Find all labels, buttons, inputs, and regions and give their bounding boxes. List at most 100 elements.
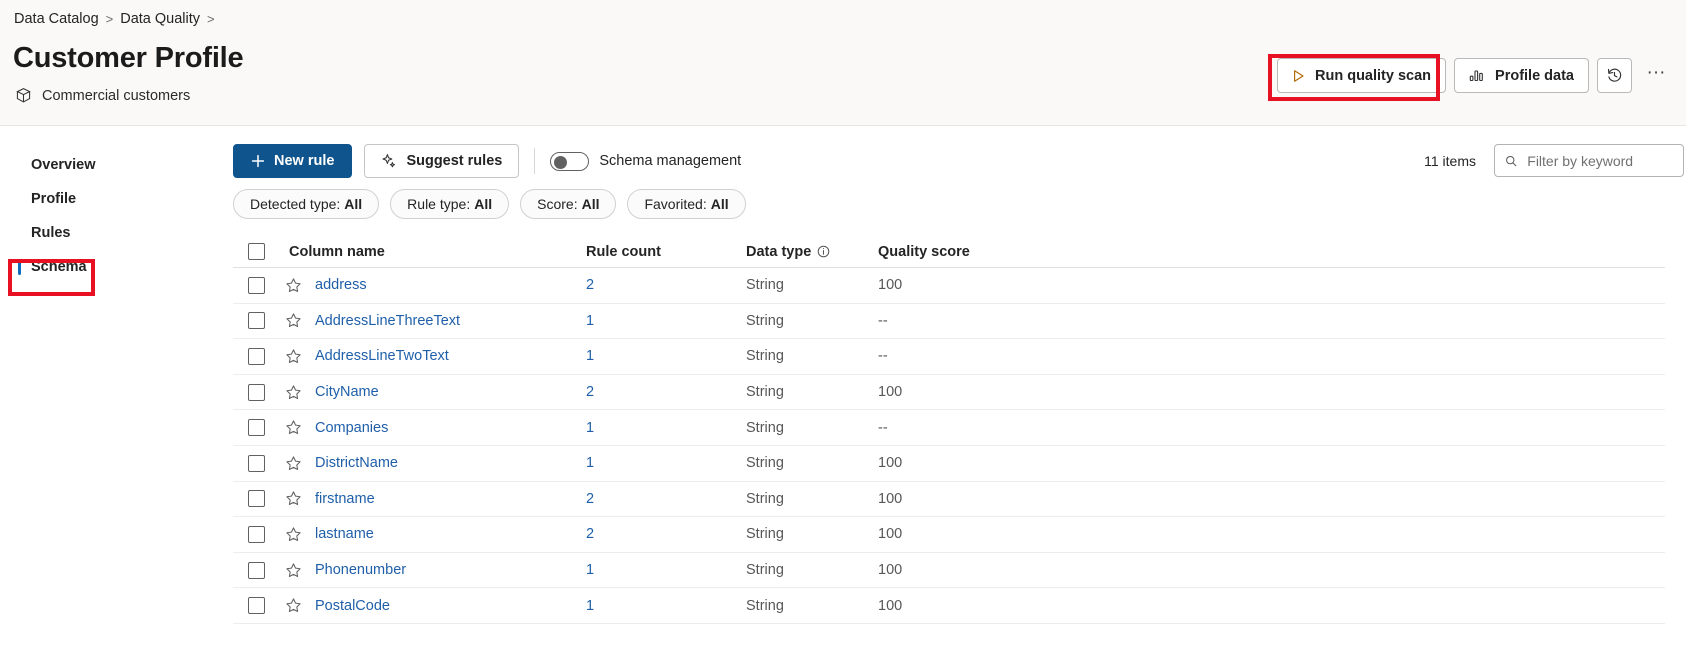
row-checkbox[interactable] (248, 561, 265, 579)
table-header-data-type-label: Data type (746, 243, 812, 260)
breadcrumb-item-data-quality[interactable]: Data Quality (120, 11, 200, 27)
row-checkbox[interactable] (248, 347, 265, 365)
table-row[interactable]: DistrictName 1 String 100 (233, 446, 1665, 482)
row-checkbox[interactable] (248, 312, 265, 330)
favorite-star-icon[interactable] (285, 348, 302, 365)
asset-subtitle: Commercial customers (15, 87, 190, 104)
table-header-select-all (233, 243, 285, 260)
sidebar-item-label: Overview (31, 157, 96, 173)
more-actions-button[interactable]: ··· (1640, 60, 1672, 92)
table-header-rule-count[interactable]: Rule count (586, 244, 746, 260)
rule-count-link[interactable]: 1 (586, 348, 594, 364)
rule-count-link[interactable]: 2 (586, 277, 594, 293)
row-checkbox[interactable] (248, 276, 265, 294)
rule-count-link[interactable]: 2 (586, 491, 594, 507)
main-content: New rule Suggest rules Schema management… (233, 127, 1686, 668)
suggest-rules-button[interactable]: Suggest rules (364, 144, 520, 178)
plus-icon (251, 154, 265, 168)
favorite-star-icon[interactable] (285, 597, 302, 614)
column-name-link[interactable]: lastname (315, 526, 374, 542)
row-checkbox[interactable] (248, 383, 265, 401)
column-name-link[interactable]: Companies (315, 420, 388, 436)
breadcrumb-item-data-catalog[interactable]: Data Catalog (14, 11, 99, 27)
new-rule-button[interactable]: New rule (233, 144, 353, 178)
table-row[interactable]: lastname 2 String 100 (233, 517, 1665, 553)
sidebar-item-rules[interactable]: Rules (0, 216, 246, 250)
filter-pill-score[interactable]: Score: All (520, 189, 617, 219)
column-name-link[interactable]: address (315, 277, 367, 293)
profile-data-button[interactable]: Profile data (1454, 58, 1589, 93)
favorite-star-icon[interactable] (285, 277, 302, 294)
filter-pill-rule-type[interactable]: Rule type: All (390, 189, 510, 219)
favorite-star-icon[interactable] (285, 562, 302, 579)
rule-count-link[interactable]: 1 (586, 420, 594, 436)
rule-count-link[interactable]: 2 (586, 526, 594, 542)
sidebar-item-schema[interactable]: Schema (0, 250, 246, 284)
filter-pill-detected-type[interactable]: Detected type: All (233, 189, 380, 219)
row-select-cell (233, 276, 285, 294)
favorite-star-icon[interactable] (285, 419, 302, 436)
column-name-cell: address (285, 277, 586, 294)
profile-data-label: Profile data (1495, 67, 1574, 84)
row-select-cell (233, 597, 285, 615)
table-row[interactable]: Phonenumber 1 String 100 (233, 553, 1665, 589)
filter-search-box[interactable] (1494, 144, 1684, 177)
toolbar-divider (534, 148, 536, 174)
table-row[interactable]: PostalCode 1 String 100 (233, 588, 1665, 624)
rule-count-cell: 2 (586, 526, 746, 542)
data-type-cell: String (746, 312, 784, 329)
column-name-link[interactable]: CityName (315, 384, 379, 400)
table-row[interactable]: firstname 2 String 100 (233, 482, 1665, 518)
column-name-link[interactable]: AddressLineTwoText (315, 348, 449, 364)
table-row[interactable]: CityName 2 String 100 (233, 375, 1665, 411)
rule-count-cell: 2 (586, 384, 746, 400)
column-name-link[interactable]: DistrictName (315, 455, 398, 471)
table-header-quality-score[interactable]: Quality score (878, 244, 1665, 260)
row-checkbox[interactable] (248, 525, 265, 543)
row-checkbox[interactable] (248, 454, 265, 472)
rule-count-cell: 2 (586, 491, 746, 507)
favorite-star-icon[interactable] (285, 526, 302, 543)
select-all-checkbox[interactable] (248, 243, 265, 260)
table-row[interactable]: Companies 1 String -- (233, 410, 1665, 446)
rule-count-cell: 1 (586, 348, 746, 364)
table-header-data-type[interactable]: Data type (746, 244, 878, 260)
item-count: 11 items (1424, 152, 1476, 169)
sidebar-item-overview[interactable]: Overview (0, 148, 246, 182)
table-row[interactable]: AddressLineTwoText 1 String -- (233, 339, 1665, 375)
favorite-star-icon[interactable] (285, 490, 302, 507)
filter-pill-favorited[interactable]: Favorited: All (627, 189, 746, 219)
bar-chart-icon (1469, 70, 1483, 82)
toggle-track[interactable] (550, 151, 590, 171)
scan-history-button[interactable] (1597, 58, 1632, 93)
table-row[interactable]: AddressLineThreeText 1 String -- (233, 304, 1665, 340)
table-header-column-name[interactable]: Column name (285, 244, 586, 260)
quality-score-cell: -- (878, 312, 888, 329)
filter-pills: Detected type: All Rule type: All Score: Al… (233, 189, 746, 219)
rule-count-link[interactable]: 1 (586, 598, 594, 614)
sidebar-item-profile[interactable]: Profile (0, 182, 246, 216)
run-quality-scan-button[interactable]: Run quality scan (1277, 58, 1447, 93)
quality-score-cell: 100 (878, 277, 903, 294)
column-name-link[interactable]: AddressLineThreeText (315, 313, 460, 329)
favorite-star-icon[interactable] (285, 384, 302, 401)
schema-management-toggle[interactable]: Schema management (550, 151, 741, 171)
favorite-star-icon[interactable] (285, 312, 302, 329)
rule-count-link[interactable]: 1 (586, 455, 594, 471)
column-name-link[interactable]: PostalCode (315, 598, 390, 614)
row-checkbox[interactable] (248, 419, 265, 437)
rule-count-cell: 2 (586, 277, 746, 293)
rule-count-link[interactable]: 2 (586, 384, 594, 400)
info-circle-icon[interactable] (817, 245, 830, 258)
favorite-star-icon[interactable] (285, 455, 302, 472)
table-row[interactable]: address 2 String 100 (233, 268, 1665, 304)
data-type-cell: String (746, 277, 784, 294)
search-input[interactable] (1525, 151, 1673, 170)
column-name-cell: firstname (285, 490, 586, 507)
row-checkbox[interactable] (248, 597, 265, 615)
rule-count-link[interactable]: 1 (586, 313, 594, 329)
rule-count-link[interactable]: 1 (586, 562, 594, 578)
column-name-link[interactable]: Phonenumber (315, 562, 406, 578)
row-checkbox[interactable] (248, 490, 265, 508)
column-name-link[interactable]: firstname (315, 491, 375, 507)
